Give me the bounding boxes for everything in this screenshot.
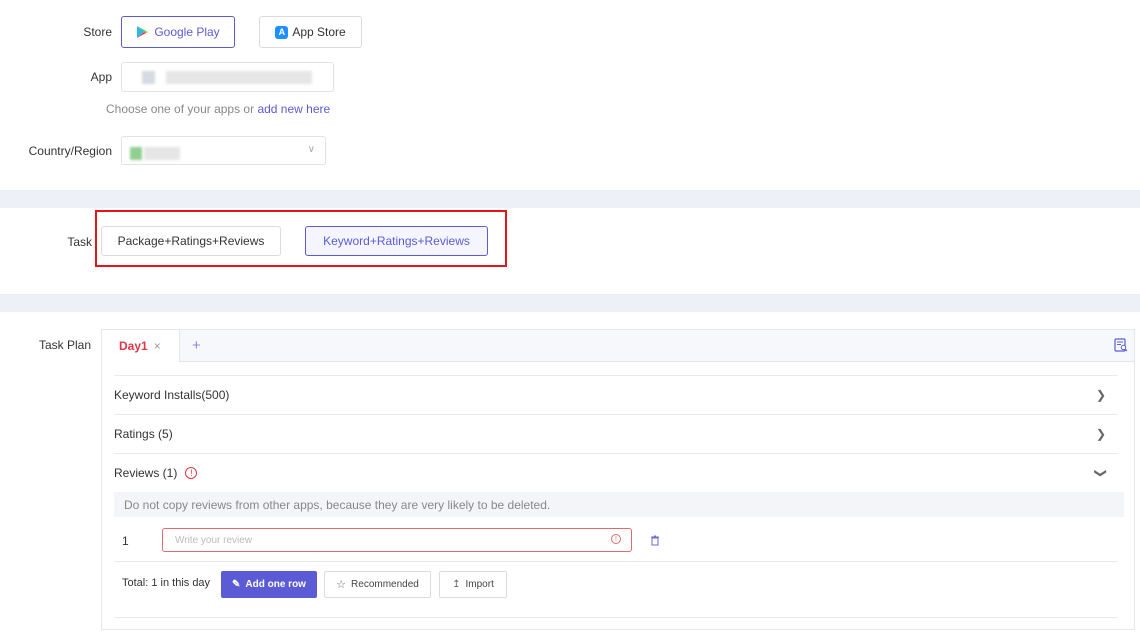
task-option-keyword[interactable]: Keyword+Ratings+Reviews bbox=[305, 226, 488, 256]
reviews-title: Reviews (1) bbox=[114, 466, 178, 480]
task-option-package[interactable]: Package+Ratings+Reviews bbox=[101, 226, 281, 256]
task-label: Task bbox=[67, 235, 92, 249]
plan-preview-icon[interactable] bbox=[1114, 338, 1128, 352]
country-flag-blurred bbox=[130, 147, 142, 160]
google-play-button[interactable]: Google Play bbox=[121, 16, 235, 48]
chevron-right-icon: ❯ bbox=[1095, 388, 1106, 402]
app-store-icon: A bbox=[275, 25, 289, 39]
review-input[interactable]: Write your review ! bbox=[162, 528, 632, 552]
day-tabs: Day1 × + bbox=[102, 330, 1134, 362]
footer-divider bbox=[114, 561, 1118, 562]
delete-row-icon[interactable] bbox=[650, 535, 660, 546]
chevron-down-icon: ∨ bbox=[307, 144, 315, 155]
reviews-row[interactable]: Reviews (1) ! ❯ bbox=[114, 453, 1118, 492]
store-label: Store bbox=[83, 25, 112, 39]
tab-day1[interactable]: Day1 × bbox=[102, 330, 180, 362]
star-icon: ☆ bbox=[336, 579, 347, 591]
recommended-button[interactable]: ☆ Recommended bbox=[324, 571, 431, 598]
ratings-title: Ratings (5) bbox=[114, 427, 173, 441]
app-name-blurred bbox=[166, 71, 312, 84]
add-day-icon[interactable]: + bbox=[192, 337, 201, 354]
app-label: App bbox=[90, 70, 112, 84]
total-text: Total: 1 in this day bbox=[122, 577, 211, 589]
import-button[interactable]: ↥ Import bbox=[439, 571, 507, 598]
input-error-icon: ! bbox=[611, 534, 621, 544]
warning-icon: ! bbox=[185, 467, 198, 479]
edit-icon: ✎ bbox=[232, 579, 241, 590]
app-store-label: App Store bbox=[292, 25, 346, 39]
task-plan-label: Task Plan bbox=[38, 338, 91, 352]
country-label: Country/Region bbox=[28, 144, 112, 158]
task-plan-card: Day1 × + Keyword Installs(500) ❯ Ratings… bbox=[101, 329, 1135, 630]
google-play-icon bbox=[137, 26, 149, 38]
section-divider bbox=[0, 294, 1140, 312]
ratings-row[interactable]: Ratings (5) ❯ bbox=[114, 414, 1118, 453]
app-store-button[interactable]: A App Store bbox=[259, 16, 362, 48]
chevron-right-icon: ❯ bbox=[1095, 427, 1106, 441]
app-icon-blurred bbox=[142, 71, 155, 84]
keyword-installs-title: Keyword Installs(500) bbox=[114, 388, 230, 402]
google-play-label: Google Play bbox=[154, 25, 220, 39]
add-new-app-link[interactable]: add new here bbox=[257, 102, 330, 116]
country-select[interactable]: ∨ bbox=[121, 136, 326, 165]
country-name-blurred bbox=[144, 147, 180, 160]
card-bottom-divider bbox=[114, 617, 1118, 618]
review-row-number: 1 bbox=[122, 534, 129, 548]
close-tab-icon[interactable]: × bbox=[154, 339, 161, 353]
add-row-button[interactable]: ✎ Add one row bbox=[221, 571, 317, 598]
keyword-installs-row[interactable]: Keyword Installs(500) ❯ bbox=[114, 375, 1118, 414]
app-select[interactable] bbox=[121, 62, 334, 92]
app-hint: Choose one of your apps or add new here bbox=[106, 102, 331, 116]
review-notice: Do not copy reviews from other apps, bec… bbox=[114, 492, 1124, 517]
chevron-down-icon: ❯ bbox=[1093, 467, 1108, 479]
upload-icon: ↥ bbox=[452, 579, 461, 590]
section-divider bbox=[0, 190, 1140, 208]
